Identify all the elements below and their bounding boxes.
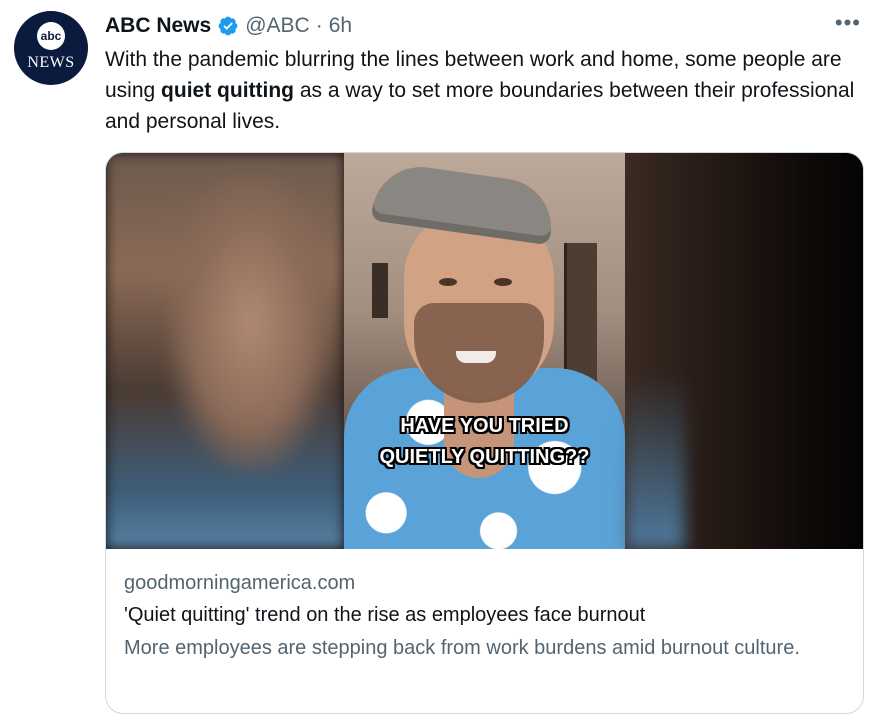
mouth (456, 351, 496, 363)
abc-logo: abc (37, 22, 65, 50)
blurred-left-panel (106, 153, 344, 549)
card-info[interactable]: goodmorningamerica.com 'Quiet quitting' … (106, 549, 863, 681)
flat-cap (370, 160, 558, 246)
blurred-right-panel (625, 153, 863, 549)
right-eye (494, 278, 512, 286)
author-handle[interactable]: @ABC (245, 14, 310, 38)
video-caption: HAVE YOU TRIED QUIETLY QUITTING?? (344, 411, 625, 473)
card-description: More employees are stepping back from wo… (124, 637, 800, 659)
left-eye (439, 278, 457, 286)
card-domain: goodmorningamerica.com (124, 572, 356, 594)
more-options-icon[interactable]: ••• (835, 12, 861, 34)
video-caption-line2: QUIETLY QUITTING?? (379, 446, 590, 468)
tweet-text-bold: quiet quitting (161, 79, 295, 102)
verified-badge-icon (218, 16, 238, 36)
video-caption-line1: HAVE YOU TRIED (400, 415, 569, 437)
card-video-thumbnail[interactable]: HAVE YOU TRIED QUIETLY QUITTING?? (106, 153, 863, 549)
author-name[interactable]: ABC News (105, 14, 211, 38)
avatar-news-word: NEWS (27, 54, 75, 71)
wall-frame (372, 263, 388, 318)
video-frame: HAVE YOU TRIED QUIETLY QUITTING?? (344, 153, 625, 549)
header-separator: · (315, 14, 323, 37)
tweet-timestamp[interactable]: 6h (329, 14, 352, 38)
avatar[interactable]: abc NEWS (14, 11, 88, 85)
link-card[interactable]: HAVE YOU TRIED QUIETLY QUITTING?? goodmo… (105, 152, 864, 714)
card-title: 'Quiet quitting' trend on the rise as em… (124, 604, 646, 626)
tweet-text: With the pandemic blurring the lines bet… (105, 44, 865, 137)
tweet-header: ABC News @ABC · 6h (105, 10, 352, 42)
